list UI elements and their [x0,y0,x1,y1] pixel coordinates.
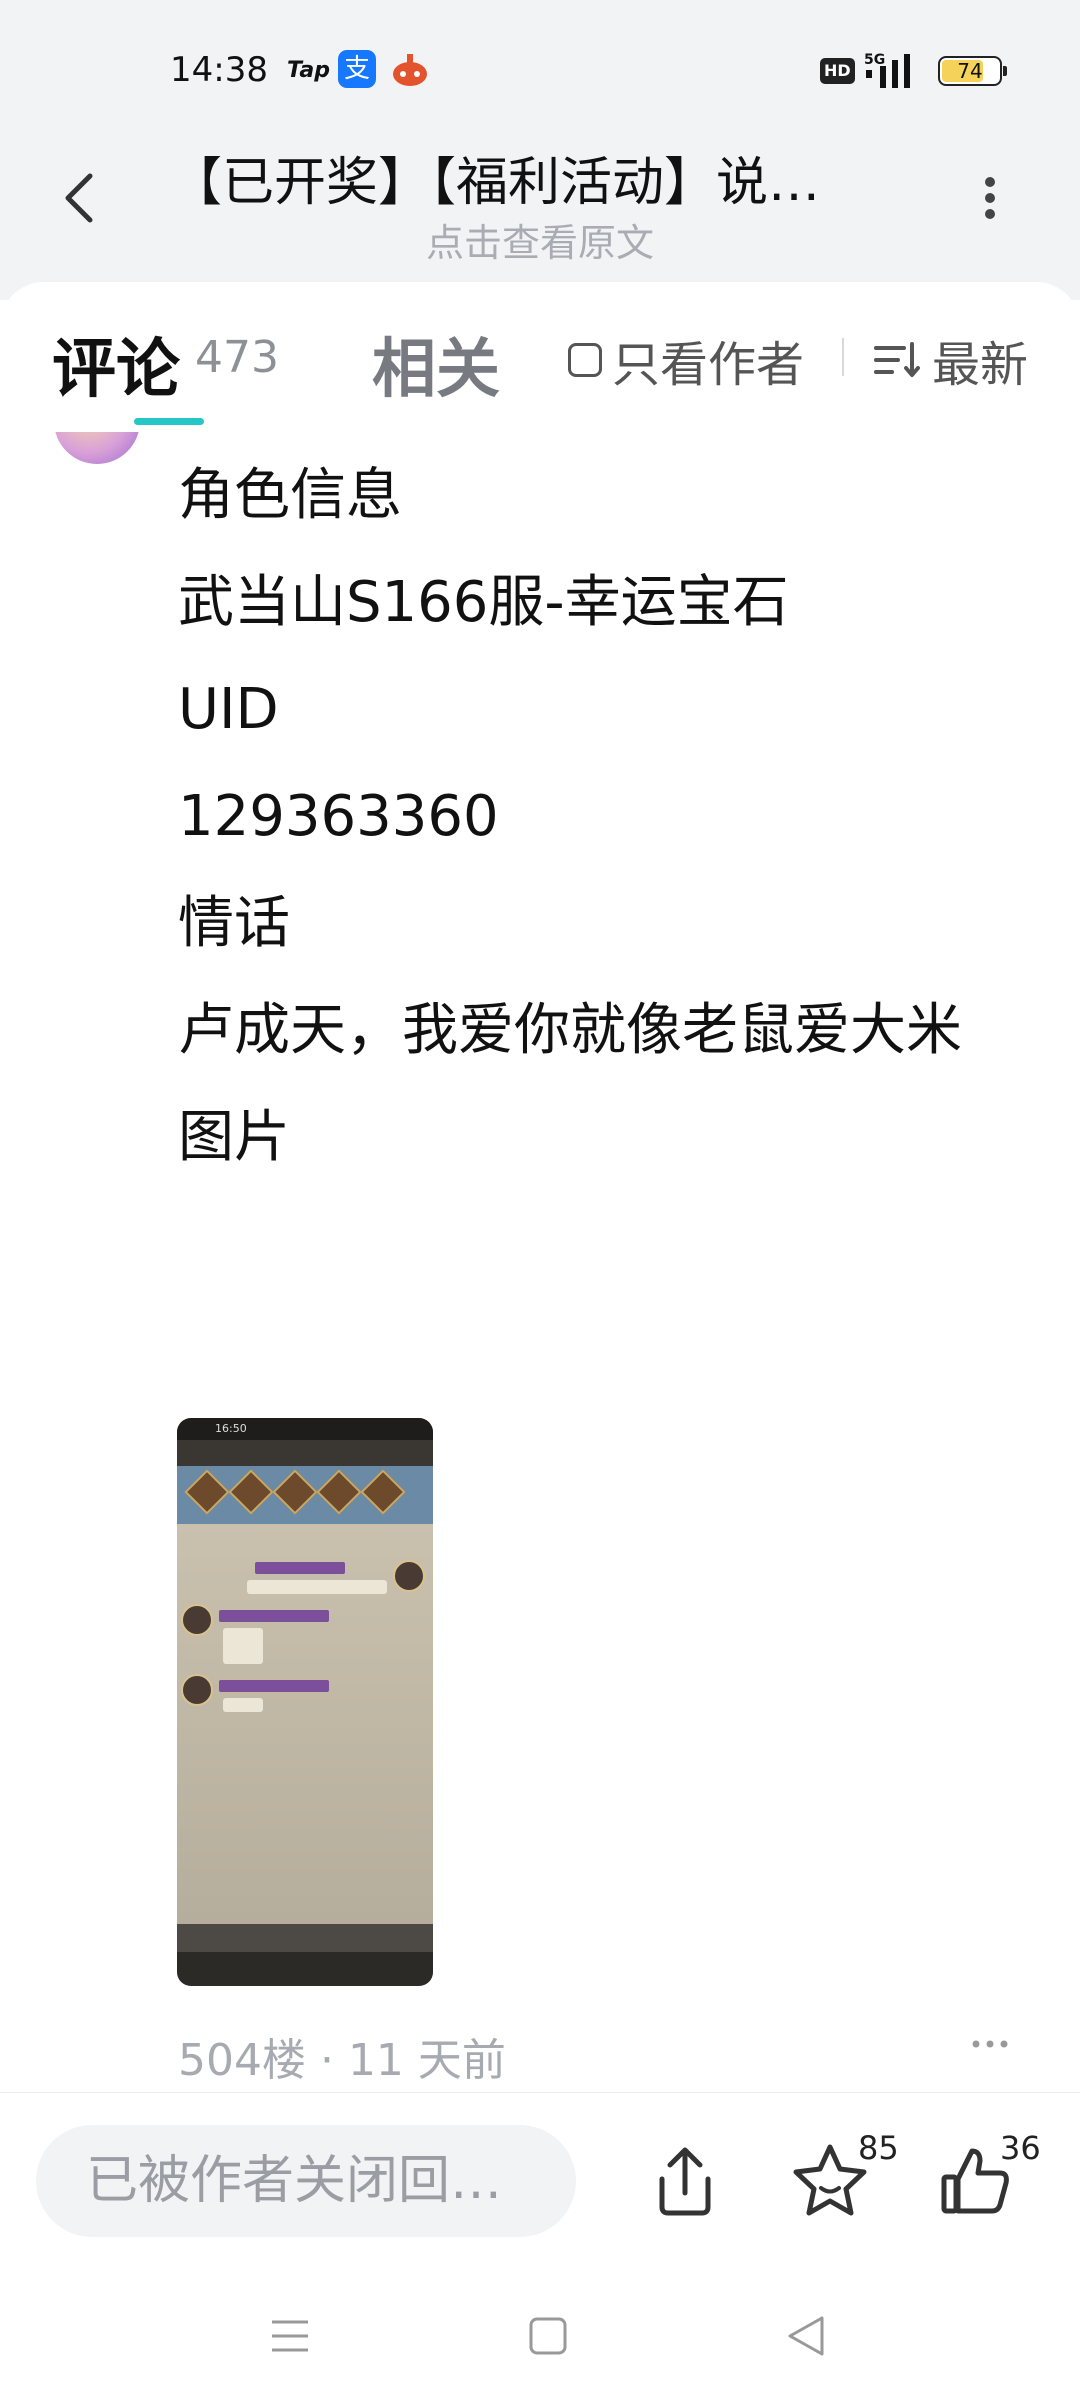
comment-image[interactable]: 16:50 [177,1418,433,1986]
network-label: 5G [864,52,885,68]
image-face [181,1674,213,1706]
page-title: 【已开奖】【福利活动】说… [170,153,821,213]
image-gem [184,1469,230,1515]
image-chat-input [177,1924,433,1952]
active-tab-indicator [134,418,204,425]
comment-meta: 504楼 · 11 天前 [178,2035,506,2086]
author-only-toggle[interactable]: 只看作者 [568,330,804,393]
image-game-iconrow [177,1466,433,1524]
image-face [181,1604,213,1636]
divider [842,338,844,376]
image-gem [272,1469,318,1515]
signal-5g-icon: 5G [864,52,910,88]
comment-line: 武当山S166服-幸运宝石 [178,570,789,635]
taptap-icon: Tap [287,58,330,83]
image-status-time: 16:50 [177,1418,433,1440]
battery-level: 74 [957,59,983,83]
image-bubble [247,1580,387,1594]
image-game-header [177,1440,433,1466]
image-gem [228,1469,274,1515]
comment-line: 图片 [178,1105,290,1170]
system-navigation-bar [0,2272,1080,2400]
image-gem [360,1469,406,1515]
hd-icon: HD [820,58,855,84]
more-vertical-icon[interactable] [975,168,1005,228]
home-icon[interactable] [528,2316,568,2356]
image-tag [219,1680,329,1692]
tab-comments[interactable]: 评论 [52,318,180,410]
comment-line: 情话 [178,891,290,956]
menu-icon[interactable] [270,2318,310,2354]
more-horizontal-icon[interactable] [970,2034,1010,2054]
game-app-icon [393,54,427,86]
comment-line: 129363360 [178,784,499,849]
checkbox-icon[interactable] [568,343,602,377]
comment-body: 角色信息 武当山S166服-幸运宝石 UID 129363360 情话 卢成天，… [178,442,1038,1191]
comments-count: 473 [195,332,279,383]
likes-count: 36 [1000,2129,1041,2167]
status-bar: 14:38 Tap 支 HD 5G 74 [0,44,1080,100]
alipay-icon: 支 [338,50,376,88]
share-icon[interactable] [650,2141,720,2221]
image-tag [255,1562,345,1574]
image-chat-area [177,1524,433,1924]
comment-line: 卢成天，我爱你就像老鼠爱大米 [178,998,962,1063]
image-face [393,1560,425,1592]
tab-related[interactable]: 相关 [372,318,500,410]
reply-input[interactable]: 已被作者关闭回… [36,2125,576,2237]
image-bubble [223,1628,263,1664]
bottom-action-bar: 已被作者关闭回… 85 36 [0,2092,1080,2272]
battery-icon: 74 [938,56,1007,86]
image-bubble [223,1698,263,1712]
author-only-label: 只看作者 [612,337,805,393]
sort-label: 最新 [932,337,1029,393]
sort-button[interactable]: 最新 [874,330,1028,393]
comment-sheet: 评论 473 相关 只看作者 最新 角色信息 武当山S166服-幸运宝石 UID… [0,282,1080,2092]
sort-icon [874,342,920,377]
image-gem [316,1469,362,1515]
back-triangle-icon[interactable] [786,2314,826,2358]
status-time: 14:38 [170,50,268,90]
comment-line: 角色信息 [178,463,402,528]
tabs-bar: 评论 473 相关 只看作者 最新 [0,282,1080,432]
view-original-link[interactable]: 点击查看原文 [0,212,1080,267]
top-area: 14:38 Tap 支 HD 5G 74 【已开奖】【福利活动】说… 点击查看原… [0,0,1080,300]
image-tag [219,1610,329,1622]
image-chat-tabs [177,1952,433,1986]
comment-line: UID [178,677,279,742]
favorites-count: 85 [858,2129,899,2167]
